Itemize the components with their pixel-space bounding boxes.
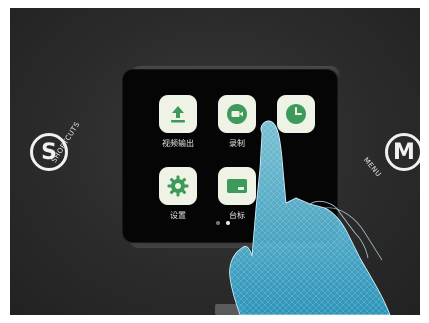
device-stage: S SHORTCUTS M MENU 视频输出 录制 设置 台标: [10, 8, 420, 315]
hand-illustration: [229, 120, 391, 315]
